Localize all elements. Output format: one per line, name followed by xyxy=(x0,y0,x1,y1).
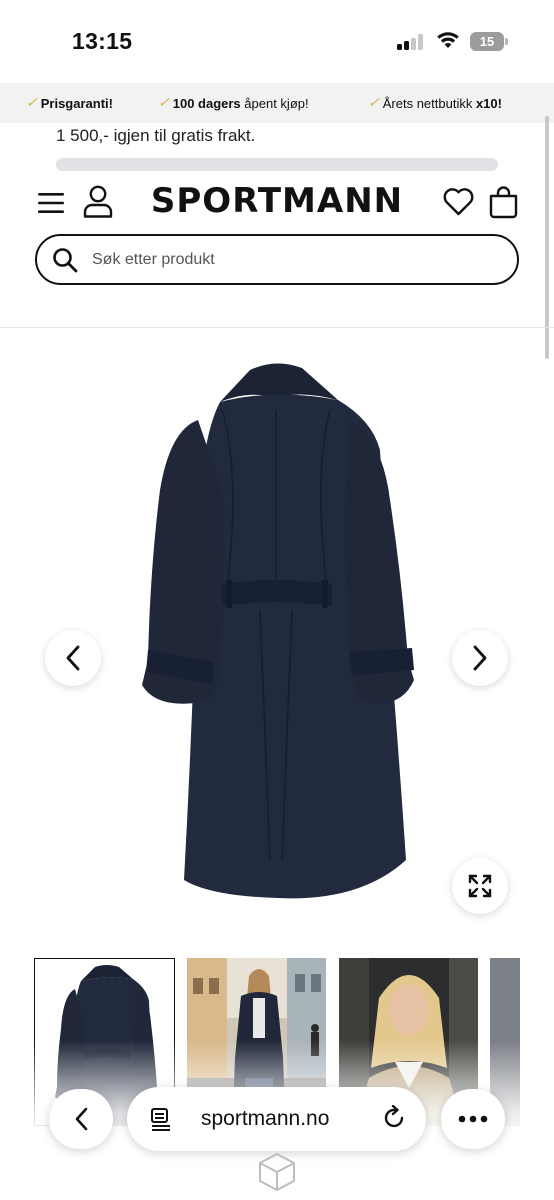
gallery-prev-button[interactable] xyxy=(45,630,101,686)
usp-item-open-purchase: ✓ 100 dagers åpent kjøp! xyxy=(158,95,309,111)
usp-text-bold: Prisgaranti! xyxy=(40,95,113,111)
usp-text-bold: x10! xyxy=(475,95,502,111)
search-icon xyxy=(53,247,78,272)
reader-mode-icon[interactable] xyxy=(149,1107,173,1131)
search-input[interactable] xyxy=(92,250,472,269)
product-main-image[interactable] xyxy=(110,340,440,915)
usp-text: åpent kjøp! xyxy=(240,95,309,111)
check-icon: ✓ xyxy=(368,95,380,111)
battery-tip xyxy=(505,38,508,45)
chevron-left-icon xyxy=(66,645,80,671)
browser-address-bar[interactable]: sportmann.no xyxy=(127,1087,426,1151)
free-shipping-text: 1 500,- igjen til gratis frakt. xyxy=(56,126,256,145)
usp-item-web-shop: ✓ Årets nettbutikk x10! xyxy=(368,95,502,111)
wishlist-heart-icon[interactable] xyxy=(443,188,474,216)
usp-item-price-guarantee: ✓ Prisgaranti! xyxy=(26,95,113,111)
wifi-icon xyxy=(437,32,459,48)
search-bar[interactable] xyxy=(35,234,519,285)
gallery-zoom-button[interactable] xyxy=(452,858,508,914)
gallery-next-button[interactable] xyxy=(452,630,508,686)
cellular-signal-icon xyxy=(397,34,425,50)
chevron-right-icon xyxy=(473,645,487,671)
browser-back-button[interactable] xyxy=(49,1089,113,1149)
shopping-bag-icon[interactable] xyxy=(488,185,519,219)
browser-url-text[interactable]: sportmann.no xyxy=(201,1107,329,1131)
usp-text-bold: 100 dagers xyxy=(172,95,241,111)
page-scrollbar[interactable] xyxy=(545,116,549,359)
status-bar: 13:15 15 xyxy=(0,0,554,82)
ellipsis-icon xyxy=(458,1115,488,1123)
usp-text: Årets nettbutikk xyxy=(382,95,476,111)
battery-indicator: 15 xyxy=(470,32,504,51)
browser-more-button[interactable] xyxy=(441,1089,505,1149)
check-icon: ✓ xyxy=(26,95,38,111)
tabs-icon[interactable] xyxy=(256,1150,298,1194)
reload-icon[interactable] xyxy=(383,1105,407,1131)
free-shipping-progress xyxy=(56,158,498,171)
usp-bar: ✓ Prisgaranti! ✓ 100 dagers åpent kjøp! … xyxy=(0,83,554,123)
expand-icon xyxy=(468,874,492,898)
chevron-left-icon xyxy=(75,1107,88,1131)
check-icon: ✓ xyxy=(158,95,170,111)
status-time: 13:15 xyxy=(72,28,133,54)
header-divider xyxy=(0,327,554,328)
